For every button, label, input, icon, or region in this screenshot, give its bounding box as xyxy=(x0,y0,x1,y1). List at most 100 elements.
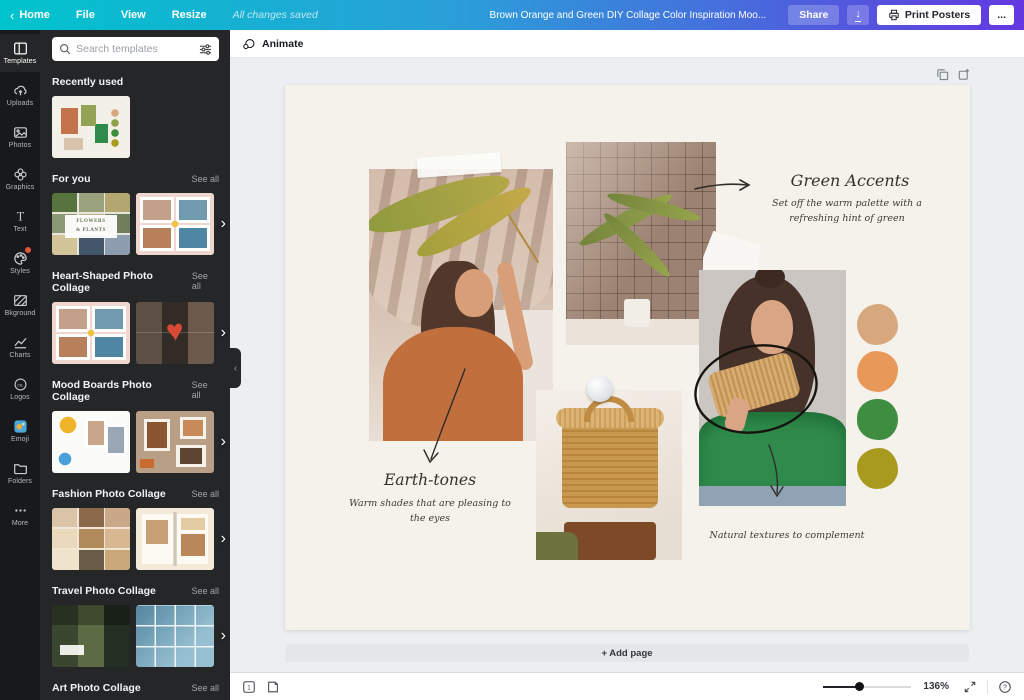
chevron-right-icon[interactable]: › xyxy=(221,531,226,547)
basket-handle xyxy=(584,396,634,422)
arrow-down-sketch[interactable] xyxy=(763,443,789,501)
download-button[interactable]: ↓ xyxy=(847,5,869,25)
section-art: Art Photo Collage See all xyxy=(52,682,219,694)
section-heart-shaped: Heart-Shaped Photo Collage See all xyxy=(52,270,219,294)
text-green-accents[interactable]: Green Accents xyxy=(755,171,945,190)
sidebar-item-charts[interactable]: Charts xyxy=(0,328,40,366)
templates-icon xyxy=(13,41,28,56)
see-all-link[interactable]: See all xyxy=(191,683,219,693)
color-swatch-green[interactable] xyxy=(857,399,898,440)
template-thumbnail-travel2[interactable] xyxy=(136,605,214,667)
home-button[interactable]: ‹ Home xyxy=(10,9,50,22)
animate-button[interactable]: Animate xyxy=(242,37,303,51)
save-status: All changes saved xyxy=(233,9,318,21)
color-swatch-tan[interactable] xyxy=(857,304,898,345)
template-thumbnail-fashion2[interactable] xyxy=(136,508,214,570)
page-indicator[interactable]: 1 xyxy=(240,678,258,696)
sidebar-item-styles[interactable]: Styles xyxy=(0,244,40,282)
document-title[interactable]: Brown Orange and Green DIY Collage Color… xyxy=(490,10,767,21)
chevron-right-icon[interactable]: › xyxy=(221,434,226,450)
see-all-link[interactable]: See all xyxy=(191,174,219,184)
sidebar-item-background[interactable]: Bkground xyxy=(0,286,40,324)
svg-text:?: ? xyxy=(1003,684,1007,691)
emoji-icon xyxy=(13,419,28,434)
photo-plant-grid-wall[interactable] xyxy=(566,142,716,345)
sidebar-item-templates[interactable]: Templates xyxy=(0,34,40,72)
arrow-down-left-sketch[interactable] xyxy=(419,367,469,469)
text-earth-tones-subtitle[interactable]: Warm shades that are pleasing to the eye… xyxy=(341,497,519,526)
arrow-right-sketch[interactable] xyxy=(693,177,757,195)
logos-icon: co. xyxy=(13,377,28,392)
download-icon: ↓ xyxy=(855,9,861,22)
color-swatch-olive[interactable] xyxy=(857,448,898,489)
face xyxy=(455,269,493,317)
notes-button[interactable] xyxy=(264,678,282,696)
zoom-slider-knob[interactable] xyxy=(855,682,864,691)
see-all-link[interactable]: See all xyxy=(192,271,219,291)
chevron-right-icon[interactable]: › xyxy=(221,325,226,341)
zoom-level: 136% xyxy=(923,681,949,692)
charts-icon xyxy=(13,335,28,350)
more-options-button[interactable]: ... xyxy=(989,5,1014,25)
template-thumbnail-travel1[interactable] xyxy=(52,605,130,667)
expand-icon xyxy=(964,681,976,693)
template-thumbnail-pink-collage[interactable] xyxy=(136,193,214,255)
panel-collapse-handle[interactable]: ‹ xyxy=(230,348,241,388)
template-thumbnail-fashion1[interactable] xyxy=(52,508,130,570)
template-thumbnail-mood2[interactable] xyxy=(136,411,214,473)
template-thumbnail-flowers[interactable]: FLOWERS & PLANTS xyxy=(52,193,130,255)
notes-icon xyxy=(266,680,280,694)
graphics-icon xyxy=(13,167,28,182)
fullscreen-button[interactable] xyxy=(961,678,979,696)
template-thumbnail-pink-collage2[interactable] xyxy=(52,302,130,364)
template-thumbnail-heart[interactable]: ♥ xyxy=(136,302,214,364)
sidebar-item-graphics[interactable]: Graphics xyxy=(0,160,40,198)
canvas-area: Animate xyxy=(230,30,1024,672)
share-button[interactable]: Share xyxy=(788,5,839,25)
template-thumbnail-mood1[interactable] xyxy=(52,411,130,473)
sidebar-item-photos[interactable]: Photos xyxy=(0,118,40,156)
view-menu[interactable]: View xyxy=(121,9,146,21)
photos-icon xyxy=(13,125,28,140)
chevron-right-icon[interactable]: › xyxy=(221,628,226,644)
help-icon: ? xyxy=(998,680,1012,694)
resize-menu[interactable]: Resize xyxy=(172,9,207,21)
add-page-icon[interactable] xyxy=(957,68,970,81)
add-page-button[interactable]: + Add page xyxy=(285,644,969,662)
help-button[interactable]: ? xyxy=(996,678,1014,696)
svg-text:co.: co. xyxy=(17,382,23,387)
push-pin[interactable] xyxy=(587,376,613,402)
sidebar-item-more[interactable]: More xyxy=(0,496,40,534)
file-menu[interactable]: File xyxy=(76,9,95,21)
templates-panel: Recently used For you See all FLOWERS & … xyxy=(40,30,230,700)
search-input[interactable] xyxy=(76,43,194,55)
see-all-link[interactable]: See all xyxy=(191,489,219,499)
photo-straw-basket[interactable] xyxy=(536,390,682,560)
plant-pot xyxy=(624,299,650,327)
sidebar-item-logos[interactable]: co. Logos xyxy=(0,370,40,408)
filter-sliders-icon[interactable] xyxy=(199,43,212,56)
sidebar-item-folders[interactable]: Folders xyxy=(0,454,40,492)
text-natural-textures[interactable]: Natural textures to complement xyxy=(687,529,887,544)
design-page[interactable]: Green Accents Set off the warm palette w… xyxy=(285,85,970,630)
chevron-left-icon: ‹ xyxy=(10,9,14,22)
sidebar-item-uploads[interactable]: Uploads xyxy=(0,76,40,114)
see-all-link[interactable]: See all xyxy=(191,586,219,596)
ellipse-sketch[interactable] xyxy=(690,337,825,442)
text-green-accents-subtitle[interactable]: Set off the warm palette with a refreshi… xyxy=(747,197,947,226)
sidebar-item-emoji[interactable]: Emoji xyxy=(0,412,40,450)
duplicate-page-icon[interactable] xyxy=(936,68,949,81)
folder-icon xyxy=(13,461,28,476)
print-posters-button[interactable]: Print Posters xyxy=(877,5,981,25)
text-earth-tones[interactable]: Earth-tones xyxy=(363,471,497,489)
svg-text:T: T xyxy=(16,210,24,224)
color-swatch-orange[interactable] xyxy=(857,351,898,392)
zoom-slider[interactable] xyxy=(823,686,911,688)
search-box xyxy=(52,37,219,61)
template-thumbnail-recent[interactable] xyxy=(52,96,130,158)
chevron-right-icon[interactable]: › xyxy=(221,216,226,232)
see-all-link[interactable]: See all xyxy=(192,380,219,400)
animate-icon xyxy=(242,37,256,51)
chevron-left-icon: ‹ xyxy=(234,363,237,374)
sidebar-item-text[interactable]: T Text xyxy=(0,202,40,240)
